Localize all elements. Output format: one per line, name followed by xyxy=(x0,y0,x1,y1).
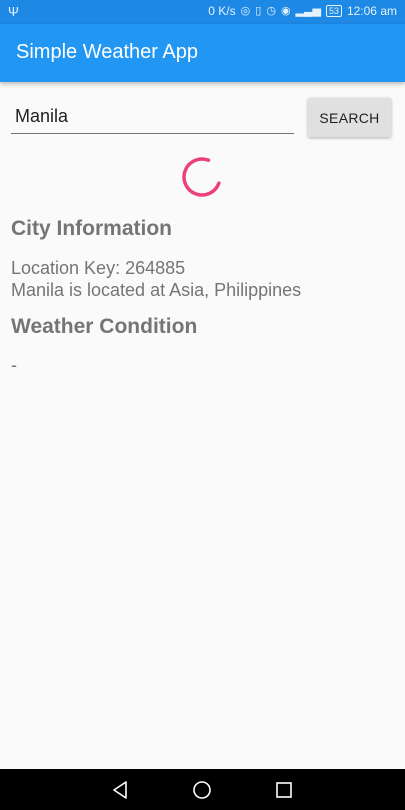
loading-spinner xyxy=(182,157,222,197)
navigation-bar xyxy=(0,769,405,810)
alarm-icon: ◷ xyxy=(266,5,276,17)
app-title: Simple Weather App xyxy=(16,41,198,63)
status-indicators: 0 K/s ◎ ▯ ◷ ◉ ▂▃▅ 53 12:06 am xyxy=(208,4,397,18)
city-info-heading: City Information xyxy=(11,217,172,240)
recents-icon[interactable] xyxy=(273,779,295,801)
city-search-input[interactable] xyxy=(11,100,294,134)
status-bar: Ψ 0 K/s ◎ ▯ ◷ ◉ ▂▃▅ 53 12:06 am xyxy=(0,0,405,24)
battery-level: 53 xyxy=(328,6,339,16)
app-bar: Simple Weather App xyxy=(0,24,405,82)
vibrate-icon: ▯ xyxy=(255,5,262,17)
location-key-text: Location Key: 264885 xyxy=(11,258,186,278)
network-speed: 0 K/s xyxy=(208,4,236,18)
signal-icon: ▂▃▅ xyxy=(295,5,321,17)
usb-icon: Ψ xyxy=(8,4,19,19)
search-button[interactable]: SEARCH xyxy=(308,98,391,137)
home-icon[interactable] xyxy=(191,779,213,801)
eye-comfort-icon: ◉ xyxy=(280,5,291,17)
back-icon[interactable] xyxy=(109,779,131,801)
city-location-text: Manila is located at Asia, Philippines xyxy=(11,280,302,300)
weather-condition-heading: Weather Condition xyxy=(11,315,198,338)
hotspot-icon: ◎ xyxy=(240,5,251,17)
weather-condition-value: - xyxy=(11,355,17,375)
battery-icon: 53 xyxy=(325,5,342,17)
clock: 12:06 am xyxy=(346,4,397,18)
